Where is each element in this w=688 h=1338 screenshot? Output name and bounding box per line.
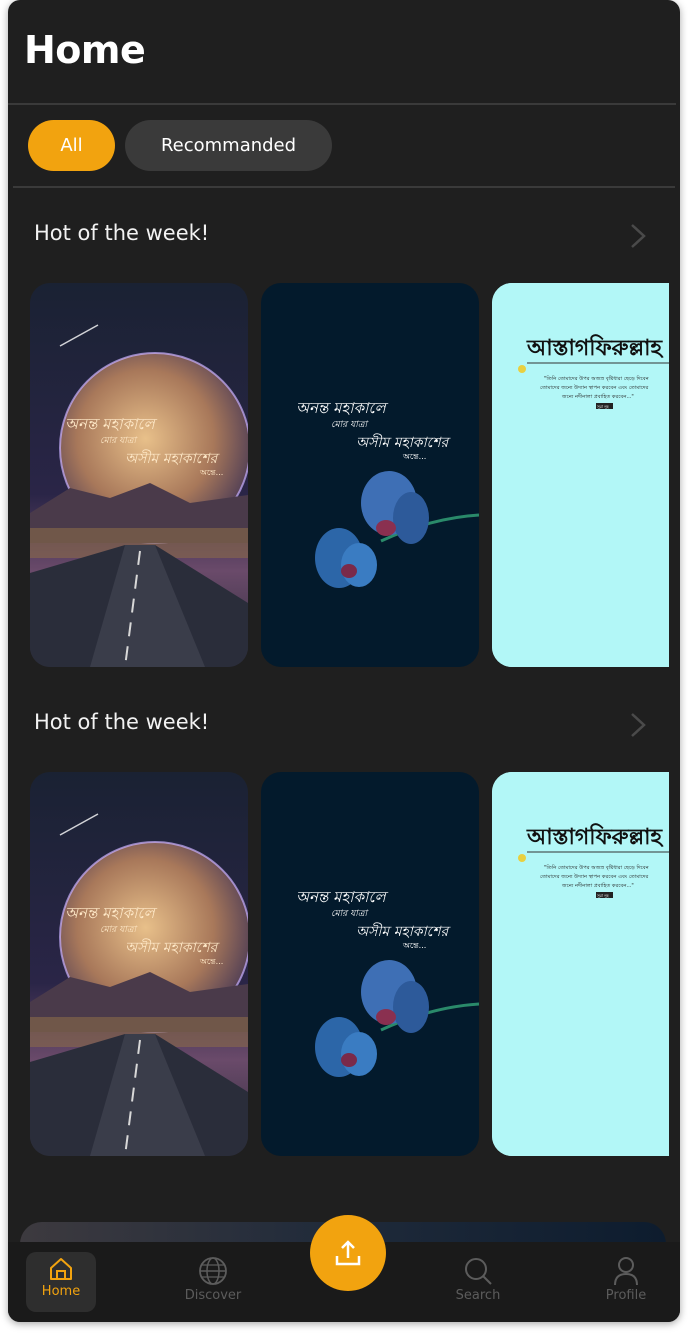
card-text-line1: অনন্ত মহাকালে xyxy=(65,415,157,433)
nav-label-home: Home xyxy=(41,1284,81,1299)
app-screen: Home All Recommanded Hot of the week! অন… xyxy=(8,0,680,1322)
home-icon xyxy=(50,1258,72,1280)
section-title: Hot of the week! xyxy=(34,710,210,734)
card-body-line2: তোমাদের জন্যে উদ্যান স্থাপন করবেন এবং তো… xyxy=(540,873,649,880)
card-body-line1: "তিনি তোমাদের উপর অজস্র বৃষ্টিধারা ছেড়ে… xyxy=(544,864,650,871)
card-tag: সূরা নূহ xyxy=(596,404,610,409)
card-text-line4: অন্তে... xyxy=(402,452,426,461)
card-text-line2: মোর যাত্রা xyxy=(331,909,369,919)
card-text-line2: মোর যাত্রা xyxy=(100,925,138,935)
nav-item-profile[interactable]: Profile xyxy=(591,1252,661,1312)
card-text-line3: অসীম মহাকাশের xyxy=(356,922,452,940)
card-text-line2: মোর যাত্রা xyxy=(100,436,138,446)
nav-label-discover: Discover xyxy=(184,1288,242,1303)
card-tag: সূরা নূহ xyxy=(596,893,610,898)
card-text-line3: অসীম মহাকাশের xyxy=(125,449,221,467)
upload-icon xyxy=(335,1240,361,1266)
card-text-line1: অনন্ত মহাকালে xyxy=(296,399,388,417)
wallpaper-card-orchid[interactable]: অনন্ত মহাকালে মোর যাত্রা অসীম মহাকাশের অ… xyxy=(261,283,479,667)
card-body-line3: জন্যে নদীনালা প্রবাহিত করবেন..." xyxy=(561,393,634,400)
nav-item-discover[interactable]: Discover xyxy=(178,1252,248,1312)
chevron-right-icon[interactable] xyxy=(628,223,648,249)
globe-icon xyxy=(199,1257,227,1285)
card-text-line2: মোর যাত্রা xyxy=(331,420,369,430)
filter-divider xyxy=(13,186,675,188)
card-heading: আস্তাগফিরুল্লাহ xyxy=(526,334,665,361)
card-text-line4: অন্তে... xyxy=(199,957,223,966)
card-text-line4: অন্তে... xyxy=(199,468,223,477)
header: Home xyxy=(8,0,680,104)
card-text-line4: অন্তে... xyxy=(402,941,426,950)
card-body-line3: জন্যে নদীনালা প্রবাহিত করবেন..." xyxy=(561,882,634,889)
card-text-line3: অসীম মহাকাশের xyxy=(125,938,221,956)
user-icon xyxy=(614,1257,638,1286)
header-divider xyxy=(8,103,676,105)
wallpaper-card-road[interactable]: অনন্ত মহাকালে মোর যাত্রা অসীম মহাকাশের অ… xyxy=(30,772,248,1156)
page-title: Home xyxy=(24,28,146,72)
card-text-line1: অনন্ত মহাকালে xyxy=(296,888,388,906)
wallpaper-card-orchid[interactable]: অনন্ত মহাকালে মোর যাত্রা অসীম মহাকাশের অ… xyxy=(261,772,479,1156)
filter-chip-all[interactable]: All xyxy=(28,120,115,171)
wallpaper-card-astaghfirullah[interactable]: আস্তাগফিরুল্লাহ "তিনি তোমাদের উপর অজস্র … xyxy=(492,283,669,667)
search-icon xyxy=(465,1258,492,1285)
wallpaper-card-road[interactable]: অনন্ত মহাকালে মোর যাত্রা অসীম মহাকাশের অ… xyxy=(30,283,248,667)
card-body-line2: তোমাদের জন্যে উদ্যান স্থাপন করবেন এবং তো… xyxy=(540,384,649,391)
nav-item-home[interactable]: Home xyxy=(26,1252,96,1312)
wallpaper-card-astaghfirullah[interactable]: আস্তাগফিরুল্লাহ "তিনি তোমাদের উপর অজস্র … xyxy=(492,772,669,1156)
filter-chip-recommanded[interactable]: Recommanded xyxy=(125,120,332,171)
nav-label-search: Search xyxy=(455,1288,501,1303)
chevron-right-icon[interactable] xyxy=(628,712,648,738)
nav-item-search[interactable]: Search xyxy=(443,1252,513,1312)
nav-label-profile: Profile xyxy=(605,1288,647,1303)
card-body-line1: "তিনি তোমাদের উপর অজস্র বৃষ্টিধারা ছেড়ে… xyxy=(544,375,650,382)
card-text-line1: অনন্ত মহাকালে xyxy=(65,904,157,922)
card-text-line3: অসীম মহাকাশের xyxy=(356,433,452,451)
upload-button[interactable] xyxy=(310,1215,386,1291)
section-title: Hot of the week! xyxy=(34,221,210,245)
card-heading: আস্তাগফিরুল্লাহ xyxy=(526,823,665,850)
